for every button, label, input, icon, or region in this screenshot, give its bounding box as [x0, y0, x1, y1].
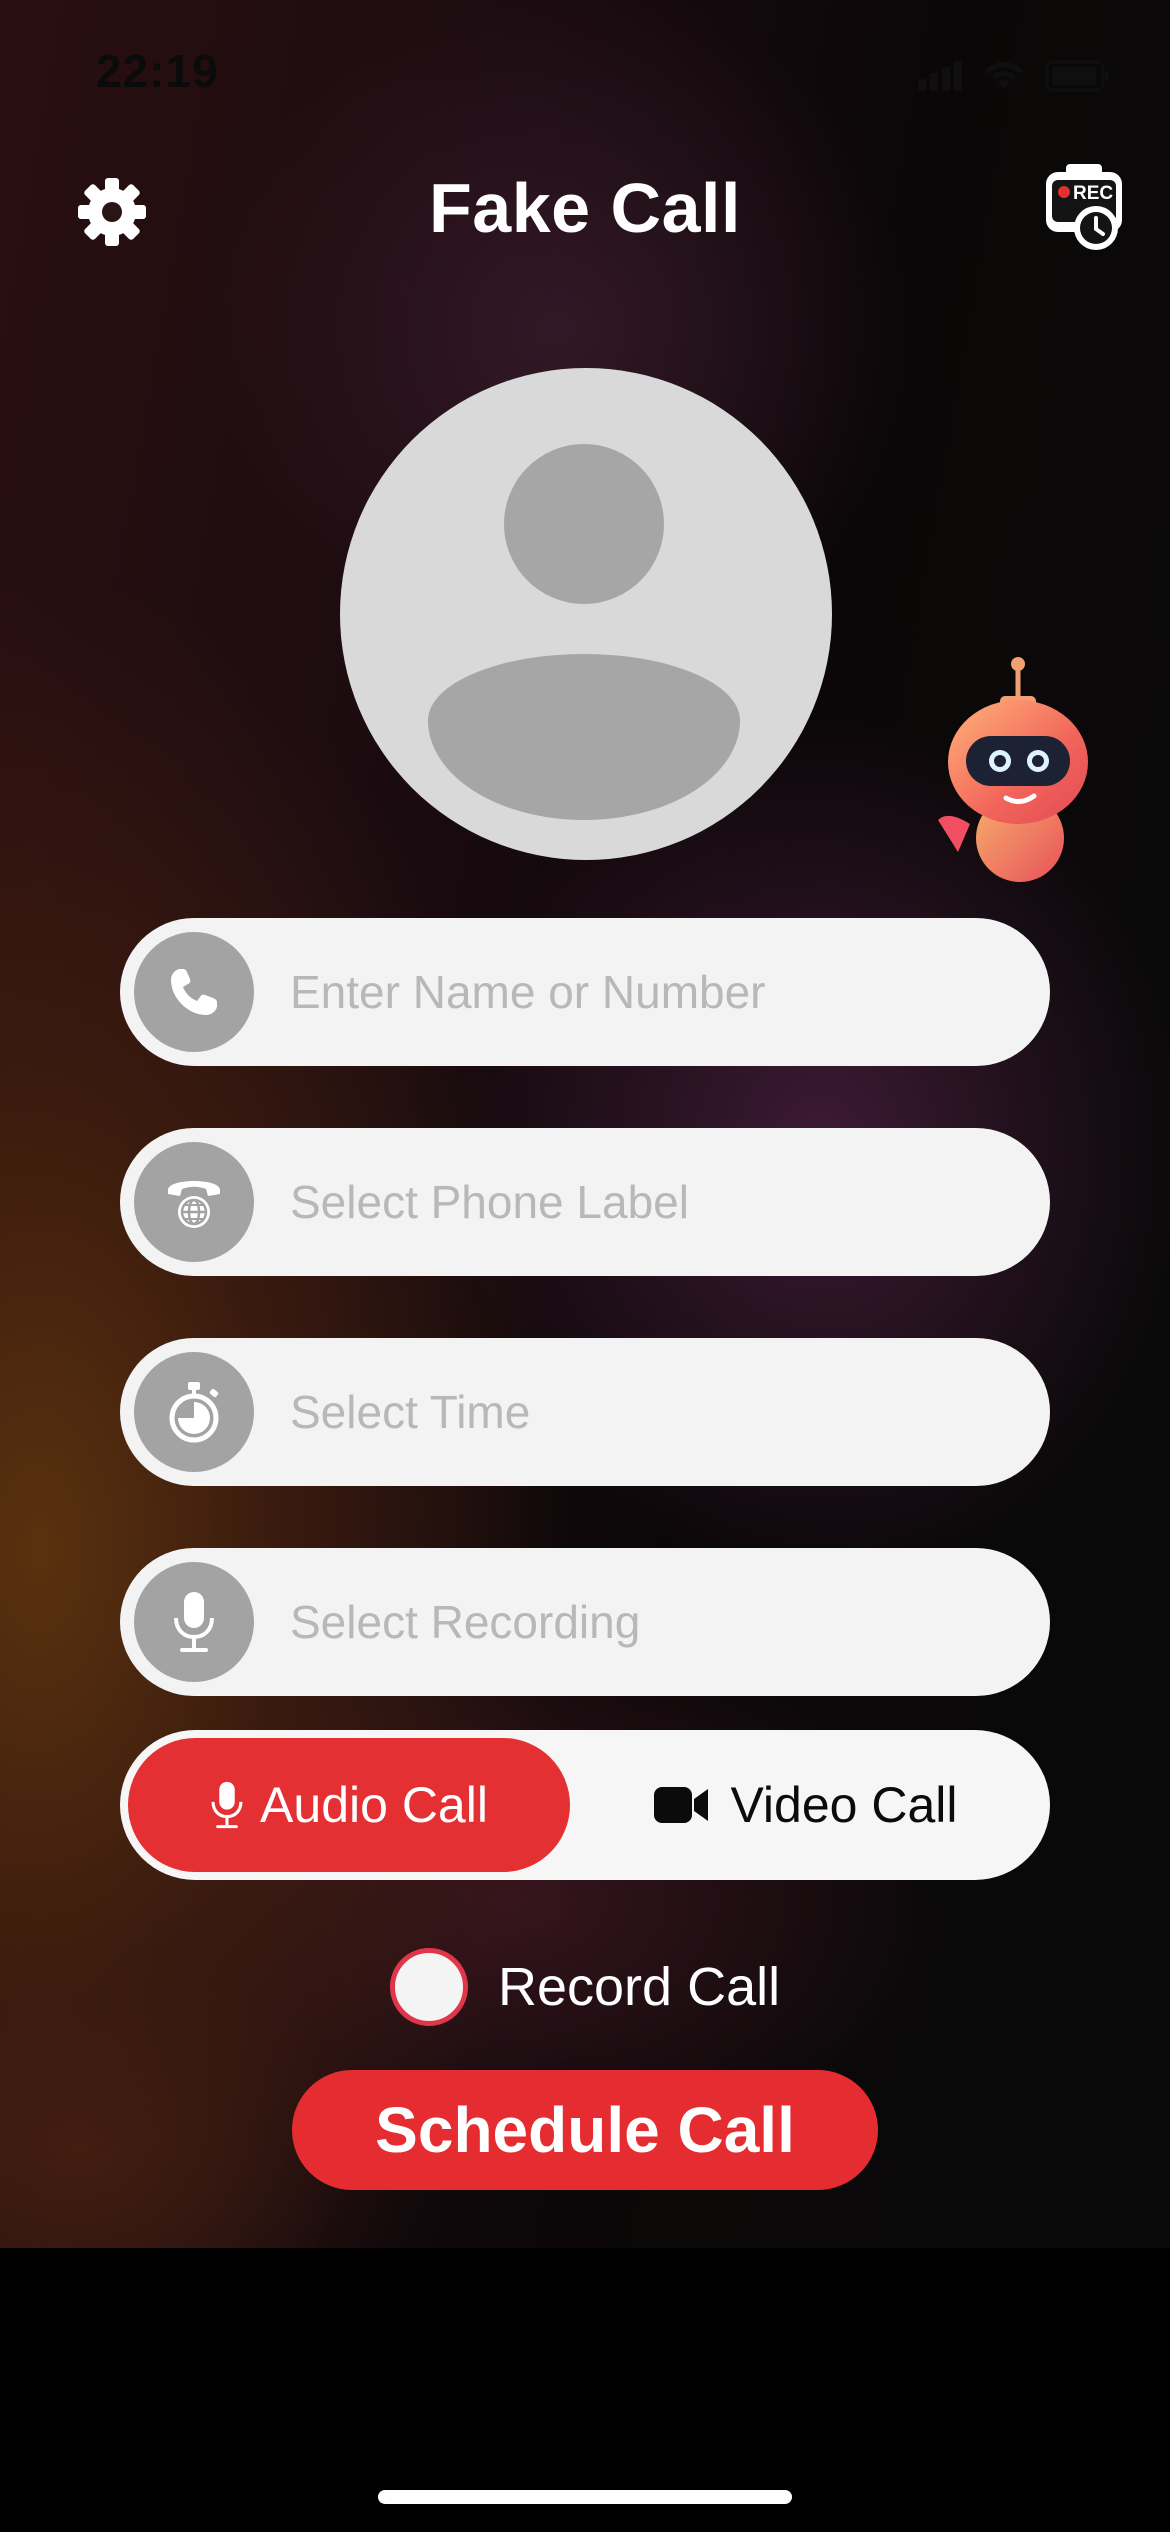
globe-phone-icon	[168, 1181, 220, 1228]
audio-call-option[interactable]: Audio Call	[128, 1738, 570, 1872]
recording-field[interactable]: Select Recording	[120, 1548, 1050, 1696]
video-call-label: Video Call	[730, 1777, 958, 1833]
person-placeholder-body	[428, 654, 740, 820]
record-schedule-icon: REC	[1046, 164, 1122, 250]
schedule-call-button[interactable]: Schedule Call	[292, 2070, 878, 2190]
phone-label-field[interactable]: Select Phone Label	[120, 1128, 1050, 1276]
phone-label-placeholder: Select Phone Label	[290, 1176, 689, 1228]
microphone-icon	[174, 1592, 214, 1652]
video-call-option[interactable]: Video Call	[570, 1738, 1042, 1872]
recording-placeholder: Select Recording	[290, 1596, 641, 1648]
assistant-robot-button[interactable]	[934, 656, 1094, 886]
wifi-icon	[985, 62, 1023, 89]
microphone-icon-badge	[134, 1562, 254, 1682]
battery-icon	[1046, 60, 1109, 92]
contact-avatar-picker[interactable]	[340, 368, 832, 860]
time-field[interactable]: Select Time	[120, 1338, 1050, 1486]
globe-phone-icon-badge	[134, 1142, 254, 1262]
rec-icon-text: REC	[1073, 183, 1113, 204]
cellular-signal-icon	[918, 61, 962, 91]
status-time: 22:19	[96, 45, 219, 97]
name-number-field[interactable]: Enter Name or Number	[120, 918, 1050, 1066]
call-type-segmented-control: Audio Call Video Call	[120, 1730, 1050, 1880]
phone-icon	[171, 969, 217, 1015]
audio-call-label: Audio Call	[260, 1777, 488, 1833]
stopwatch-icon	[169, 1382, 219, 1443]
home-indicator[interactable]	[378, 2490, 792, 2504]
time-placeholder: Select Time	[290, 1386, 531, 1438]
app-screen: 22:19 Fake Call REC Enter Name or Number…	[0, 0, 1170, 2532]
scheduled-recordings-button[interactable]: REC	[1044, 164, 1124, 254]
record-call-checkbox[interactable]	[390, 1948, 468, 2026]
phone-icon-badge	[134, 932, 254, 1052]
status-icons	[918, 58, 1110, 94]
microphone-icon	[211, 1781, 243, 1829]
page-title: Fake Call	[429, 169, 741, 247]
name-number-placeholder: Enter Name or Number	[290, 966, 766, 1018]
robot-assistant-icon	[938, 657, 1088, 882]
video-camera-icon	[654, 1787, 709, 1823]
record-call-label[interactable]: Record Call	[498, 1950, 780, 2024]
background-gradient	[0, 0, 1170, 2248]
person-placeholder-icon	[504, 444, 664, 604]
stopwatch-icon-badge	[134, 1352, 254, 1472]
